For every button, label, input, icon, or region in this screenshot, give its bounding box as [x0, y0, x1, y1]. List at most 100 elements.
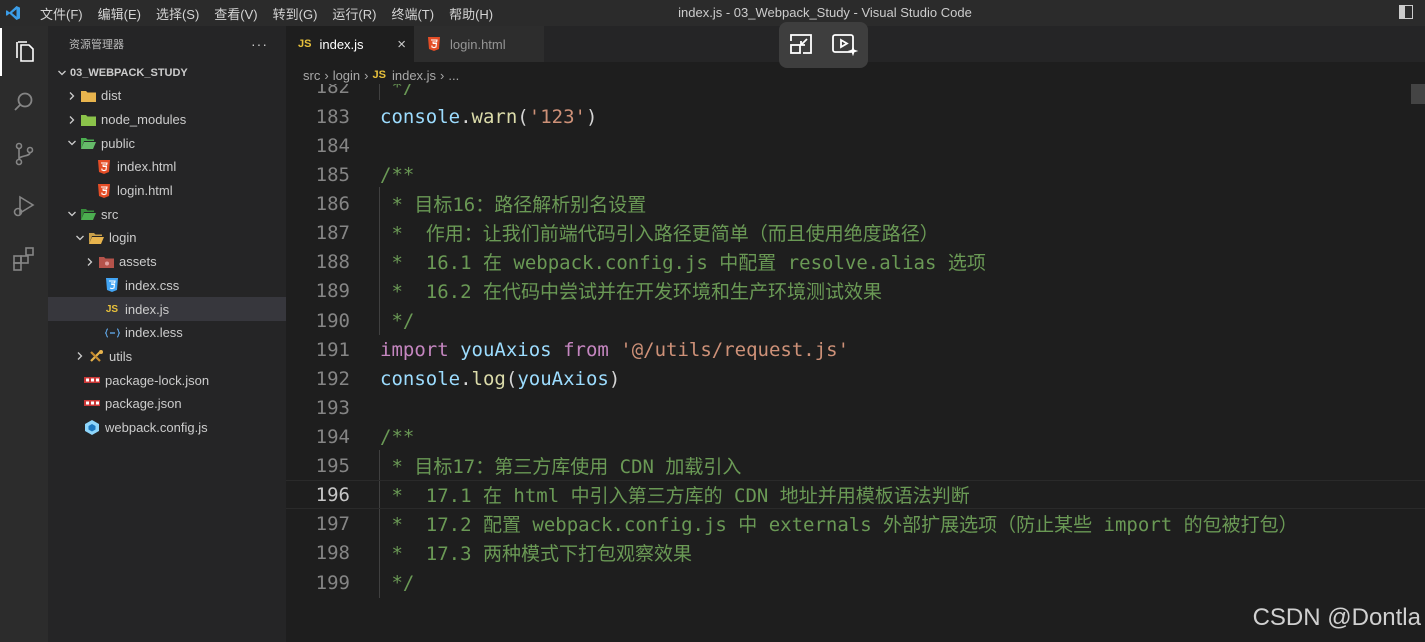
breadcrumb-symbol[interactable]: ... [448, 68, 459, 83]
tree-item-login[interactable]: login [48, 226, 286, 250]
exit-picture-in-picture-icon[interactable] [788, 32, 814, 59]
explorer-title: 资源管理器 [69, 39, 124, 51]
line-number: 199 [315, 571, 350, 594]
floating-video-controls [779, 22, 868, 68]
chevron-right-icon [82, 254, 98, 270]
line-text: * 目标17：第三方库使用 CDN 加载引入 [380, 456, 742, 479]
chevron-down-icon [64, 206, 80, 222]
code-line: 199 */ [286, 568, 1425, 597]
tree-item-label: utils [109, 348, 133, 364]
html5-icon [426, 36, 442, 52]
search-icon[interactable] [0, 78, 48, 126]
code-line: 192 console.log(youAxios) [286, 364, 1425, 393]
project-name: 03_WEBPACK_STUDY [70, 67, 188, 79]
breadcrumb-src[interactable]: src [303, 68, 320, 83]
breadcrumb-login[interactable]: login [333, 68, 360, 83]
vertical-scrollbar[interactable] [1411, 84, 1425, 104]
code-line: 194 /** [286, 422, 1425, 451]
chevron-right-icon: › [324, 67, 329, 83]
npm-icon [84, 372, 100, 388]
chevron-right-icon [64, 112, 80, 128]
title-bar: 文件(F) 编辑(E) 选择(S) 查看(V) 转到(G) 运行(R) 终端(T… [0, 0, 1425, 26]
less-icon [104, 325, 120, 341]
line-text: * 17.1 在 html 中引入第三方库的 CDN 地址并用模板语法判断 [380, 485, 970, 508]
chevron-right-icon [72, 348, 88, 364]
tree-item-label: src [101, 206, 119, 222]
chevron-down-icon [72, 230, 88, 246]
code-line: 184 [286, 131, 1425, 160]
code-editor[interactable]: 182 */ 183 console.warn('123') 184 185 /… [286, 84, 1425, 642]
tree-item-index-js[interactable]: JS index.js [48, 297, 286, 321]
tree-item-package-json[interactable]: package.json [48, 392, 286, 416]
code-line-current: 196 * 17.1 在 html 中引入第三方库的 CDN 地址并用模板语法判… [286, 480, 1425, 510]
menu-run[interactable]: 运行(R) [332, 4, 376, 23]
activity-bar [0, 26, 48, 642]
folder-open-icon [80, 135, 96, 151]
tree-item-package-lock-json[interactable]: package-lock.json [48, 368, 286, 392]
tree-item-index-css[interactable]: index.css [48, 274, 286, 298]
line-text: * 16.2 在代码中尝试并在开发环境和生产环境测试效果 [380, 281, 882, 304]
explorer-icon[interactable] [0, 28, 48, 76]
line-number: 183 [315, 105, 350, 128]
tree-item-dist[interactable]: dist [48, 84, 286, 108]
code-line: 185 /** [286, 160, 1425, 189]
breadcrumb-index-js[interactable]: index.js [392, 68, 436, 83]
tree-item-index-less[interactable]: index.less [48, 321, 286, 345]
webpack-icon [84, 419, 100, 435]
line-text: import youAxios from '@/utils/request.js… [380, 338, 850, 361]
css3-icon [104, 277, 120, 293]
run-debug-icon[interactable] [0, 182, 48, 230]
tree-item-assets[interactable]: assets [48, 250, 286, 274]
close-icon[interactable]: × [397, 36, 406, 53]
line-number: 198 [315, 541, 350, 564]
tree-item-utils[interactable]: utils [48, 345, 286, 369]
line-number: 197 [315, 512, 350, 535]
menu-view[interactable]: 查看(V) [214, 4, 257, 23]
code-line: 183 console.warn('123') [286, 102, 1425, 131]
tree-item-webpack-config-js[interactable]: webpack.config.js [48, 416, 286, 440]
folder-open-icon [88, 230, 104, 246]
line-text: */ [380, 84, 415, 98]
tree-item-label: login.html [117, 183, 173, 199]
line-text: /** [380, 425, 415, 448]
tree-item-node-modules[interactable]: node_modules [48, 108, 286, 132]
menu-help[interactable]: 帮助(H) [449, 4, 493, 23]
tree-item-label: package-lock.json [105, 372, 210, 388]
menu-edit[interactable]: 编辑(E) [98, 4, 141, 23]
toggle-sidebar-layout-icon[interactable] [1399, 5, 1413, 19]
tree-item-index-html[interactable]: index.html [48, 155, 286, 179]
tree-item-src[interactable]: src [48, 202, 286, 226]
tree-item-label: index.html [117, 159, 177, 175]
tree-item-label: dist [101, 88, 122, 104]
tree-item-label: index.less [125, 325, 183, 341]
chevron-down-icon [54, 65, 70, 81]
line-number: 189 [315, 279, 350, 302]
menu-go[interactable]: 转到(G) [273, 4, 318, 23]
menu-terminal[interactable]: 终端(T) [391, 4, 434, 23]
folder-icon [80, 88, 96, 104]
more-actions-icon[interactable]: ··· [251, 36, 268, 52]
line-text: * 16.1 在 webpack.config.js 中配置 resolve.a… [380, 252, 986, 275]
line-number: 190 [315, 309, 350, 332]
explorer-sidebar: 资源管理器 ··· 03_WEBPACK_STUDY dist node_mod… [48, 26, 286, 642]
extensions-icon[interactable] [0, 234, 48, 282]
menu-selection[interactable]: 选择(S) [156, 4, 199, 23]
project-root[interactable]: 03_WEBPACK_STUDY [48, 62, 286, 84]
line-number: 194 [315, 425, 350, 448]
tab-login-html[interactable]: login.html [414, 26, 544, 62]
tree-item-public[interactable]: public [48, 131, 286, 155]
line-text: */ [380, 309, 415, 332]
tree-item-label: index.js [125, 301, 170, 317]
line-number: 182 [315, 84, 350, 98]
line-text: * 目标16：路径解析别名设置 [380, 194, 647, 217]
source-control-icon[interactable] [0, 130, 48, 178]
tree-item-login-html[interactable]: login.html [48, 179, 286, 203]
chevron-right-icon: › [364, 67, 369, 83]
video-sparkle-icon[interactable] [831, 32, 859, 59]
tree-item-label: webpack.config.js [105, 419, 208, 435]
chevron-right-icon [64, 88, 80, 104]
vscode-logo-icon [0, 0, 26, 26]
tree-item-label: public [101, 135, 135, 151]
tab-index-js[interactable]: JS index.js × [286, 26, 414, 62]
menu-file[interactable]: 文件(F) [40, 4, 83, 23]
